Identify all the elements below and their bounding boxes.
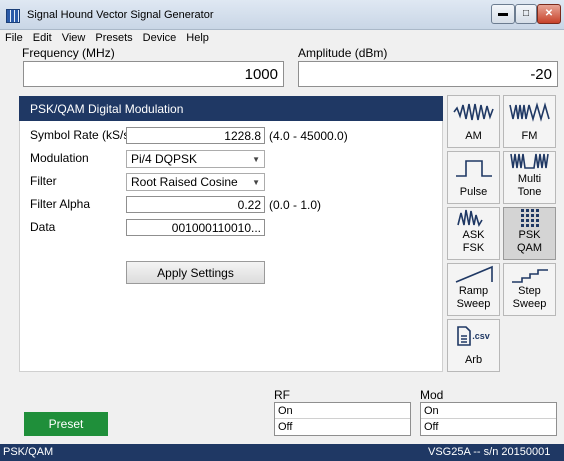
modulation-label: Modulation [30, 151, 89, 165]
mode-label-fm: FM [521, 130, 538, 142]
filter-label: Filter [30, 174, 57, 188]
menu-help[interactable]: Help [181, 31, 214, 45]
close-icon: ✕ [544, 8, 554, 19]
symbol-rate-range: (4.0 - 45000.0) [269, 129, 348, 143]
minimize-button[interactable]: ▬ [491, 4, 515, 24]
mode-label-ask-fsk: ASK FSK [462, 229, 485, 254]
mod-toggle-group: On Off [420, 402, 557, 436]
mode-label-step-sweep: Step Sweep [512, 285, 547, 310]
filter-alpha-label: Filter Alpha [30, 197, 91, 211]
symbol-rate-label: Symbol Rate (kS/s) [30, 128, 134, 142]
amplitude-label: Amplitude (dBm) [298, 46, 388, 60]
status-mode: PSK/QAM [3, 446, 54, 458]
rf-off-option[interactable]: Off [275, 419, 410, 435]
mode-label-am: AM [465, 130, 482, 142]
menu-edit[interactable]: Edit [28, 31, 57, 45]
mode-label-psk-qam: PSK QAM [516, 229, 543, 254]
mode-button-ask-fsk[interactable]: ASK FSK [447, 207, 500, 260]
csv-file-icon: .csv [457, 323, 490, 349]
filter-value: Root Raised Cosine [131, 175, 238, 189]
ramp-icon [452, 263, 496, 285]
step-icon [508, 263, 552, 285]
data-input[interactable]: 001000110010... [126, 219, 265, 236]
menu-presets[interactable]: Presets [90, 31, 137, 45]
menu-device[interactable]: Device [138, 31, 182, 45]
mode-button-step-sweep[interactable]: Step Sweep [503, 263, 556, 316]
mode-label-multitone: Multi Tone [517, 173, 542, 198]
mode-button-arb[interactable]: .csv Arb [447, 319, 500, 372]
app-icon [6, 9, 20, 23]
mod-off-option[interactable]: Off [421, 419, 556, 435]
mode-button-ramp-sweep[interactable]: Ramp Sweep [447, 263, 500, 316]
panel-title: PSK/QAM Digital Modulation [19, 96, 443, 121]
ask-fsk-icon [452, 207, 496, 229]
maximize-icon: □ [522, 8, 530, 19]
mod-label: Mod [420, 388, 444, 402]
filter-alpha-range: (0.0 - 1.0) [269, 198, 322, 212]
am-wave-icon [452, 99, 496, 125]
filter-alpha-input[interactable]: 0.22 [126, 196, 265, 213]
frequency-input[interactable]: 1000 [23, 61, 284, 87]
rf-toggle-group: On Off [274, 402, 411, 436]
mode-button-pulse[interactable]: Pulse [447, 151, 500, 204]
modulation-select[interactable]: Pi/4 DQPSK ▼ [126, 150, 265, 168]
pulse-icon [452, 155, 496, 181]
data-label: Data [30, 220, 56, 234]
mode-button-am[interactable]: AM [447, 95, 500, 148]
mode-label-pulse: Pulse [459, 186, 488, 198]
close-button[interactable]: ✕ [537, 4, 561, 24]
modulation-value: Pi/4 DQPSK [131, 152, 198, 166]
rf-label: RF [274, 388, 290, 402]
fm-wave-icon [508, 99, 552, 125]
maximize-button[interactable]: □ [515, 4, 537, 24]
filter-select[interactable]: Root Raised Cosine ▼ [126, 173, 265, 191]
rf-on-option[interactable]: On [275, 403, 410, 419]
preset-button[interactable]: Preset [24, 412, 108, 436]
mode-label-arb: Arb [464, 354, 483, 366]
constellation-icon [519, 207, 541, 229]
chevron-down-icon: ▼ [252, 177, 260, 187]
minimize-icon: ▬ [498, 8, 508, 19]
window-title: Signal Hound Vector Signal Generator [27, 9, 214, 21]
mode-label-ramp-sweep: Ramp Sweep [456, 285, 491, 310]
mode-button-multitone[interactable]: Multi Tone [503, 151, 556, 204]
menu-bar: File Edit View Presets Device Help [0, 31, 564, 45]
menu-view[interactable]: View [57, 31, 91, 45]
mode-button-fm[interactable]: FM [503, 95, 556, 148]
menu-file[interactable]: File [0, 31, 28, 45]
mod-on-option[interactable]: On [421, 403, 556, 419]
apply-settings-button[interactable]: Apply Settings [126, 261, 265, 284]
frequency-label: Frequency (MHz) [22, 46, 115, 60]
multitone-icon [508, 151, 552, 173]
amplitude-input[interactable]: -20 [298, 61, 558, 87]
status-device: VSG25A -- s/n 20150001 [428, 446, 551, 458]
csv-icon-text: .csv [472, 331, 490, 341]
chevron-down-icon: ▼ [252, 154, 260, 164]
symbol-rate-input[interactable]: 1228.8 [126, 127, 265, 144]
mode-button-psk-qam[interactable]: PSK QAM [503, 207, 556, 260]
